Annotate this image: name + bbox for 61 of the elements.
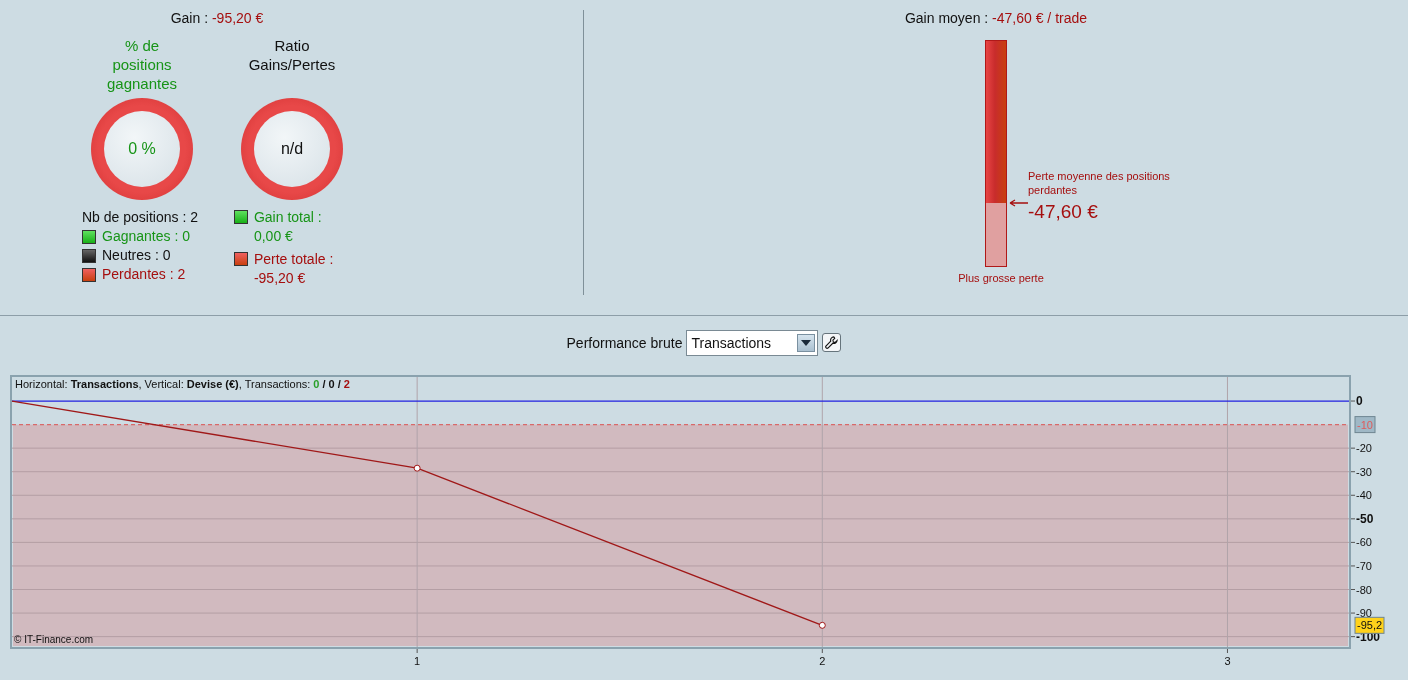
total-text: Gain total : 0,00 €: [253, 208, 323, 246]
y-tick: -80: [1350, 583, 1372, 596]
y-tick: -50: [1350, 511, 1374, 526]
x-tick: 2: [819, 648, 826, 667]
x-tick: 1: [414, 648, 421, 667]
caret-icon: [801, 339, 812, 346]
positions-total: Nb de positions : 2: [82, 208, 199, 227]
legend-label: Neutres : 0: [102, 246, 171, 265]
gain-value: -95,20 €: [211, 10, 264, 26]
mode-select[interactable]: Transactions: [686, 329, 819, 356]
arrow-icon: [1009, 199, 1029, 208]
y-tick-label: -80: [1356, 583, 1372, 596]
y-tick-label: -50: [1356, 511, 1374, 526]
y-tick: -70: [1350, 559, 1372, 572]
gauge-value: n/d: [280, 140, 304, 158]
average-gain-value: -47,60 € / trade: [992, 10, 1088, 26]
count-value: 0: [328, 378, 335, 390]
count-value: 0: [313, 378, 320, 390]
data-point: [413, 464, 421, 472]
x-tick-label: 3: [1224, 655, 1231, 667]
gauge-value: 0 %: [128, 140, 156, 158]
average-gain-label: Gain moyen :: [904, 10, 989, 26]
legend-swatch: [82, 267, 96, 282]
gain-label: Gain :: [170, 10, 209, 26]
bottom-label: Plus grosse perte: [958, 272, 1044, 284]
chart-header: Horizontal: Transactions, Vertical: Devise (€), Transactions:: [15, 378, 311, 390]
y-tick: -20: [1350, 442, 1372, 455]
threshold-tag: -10: [1354, 416, 1376, 434]
y-tick-label: -30: [1356, 465, 1372, 478]
value-tag: -95,2: [1354, 616, 1385, 634]
y-tick: -40: [1350, 489, 1372, 502]
y-tick: 0: [1350, 394, 1363, 409]
legend-swatch: [233, 210, 248, 224]
legend-swatch: [233, 252, 248, 266]
legend-label: Gagnantes : 0: [102, 227, 190, 246]
y-tick-label: -60: [1356, 536, 1372, 549]
marker-value: -47,60 €: [1028, 201, 1098, 224]
y-tick: -30: [1350, 465, 1372, 478]
total-text: Perte totale : -95,20 €: [253, 250, 335, 288]
separator-text: /: [322, 378, 326, 390]
performance-label: Performance brute: [566, 334, 683, 351]
count-value: 2: [343, 378, 350, 390]
y-tick: -60: [1350, 536, 1372, 549]
marker-label: Perte moyenne des positions perdantes: [1027, 169, 1171, 198]
x-tick-label: 2: [819, 655, 826, 667]
copyright-text: © IT-Finance.com: [14, 634, 94, 645]
settings-button[interactable]: [822, 333, 842, 352]
y-tick-label: 0: [1356, 394, 1363, 409]
wrench-icon: [825, 336, 839, 349]
gauge-title: Ratio Gains/Pertes: [247, 36, 337, 75]
y-tick-label: -70: [1356, 559, 1372, 572]
x-tick-label: 1: [414, 655, 421, 667]
y-tick-label: -20: [1356, 442, 1372, 455]
legend-label: Perdantes : 2: [102, 265, 186, 284]
y-tick-label: -40: [1356, 489, 1372, 502]
gauge-title: % de positions gagnantes: [105, 36, 179, 94]
data-point: [818, 621, 826, 629]
x-tick: 3: [1224, 648, 1231, 667]
legend-swatch: [82, 248, 96, 263]
separator-text: /: [337, 378, 341, 390]
legend-swatch: [82, 229, 96, 244]
